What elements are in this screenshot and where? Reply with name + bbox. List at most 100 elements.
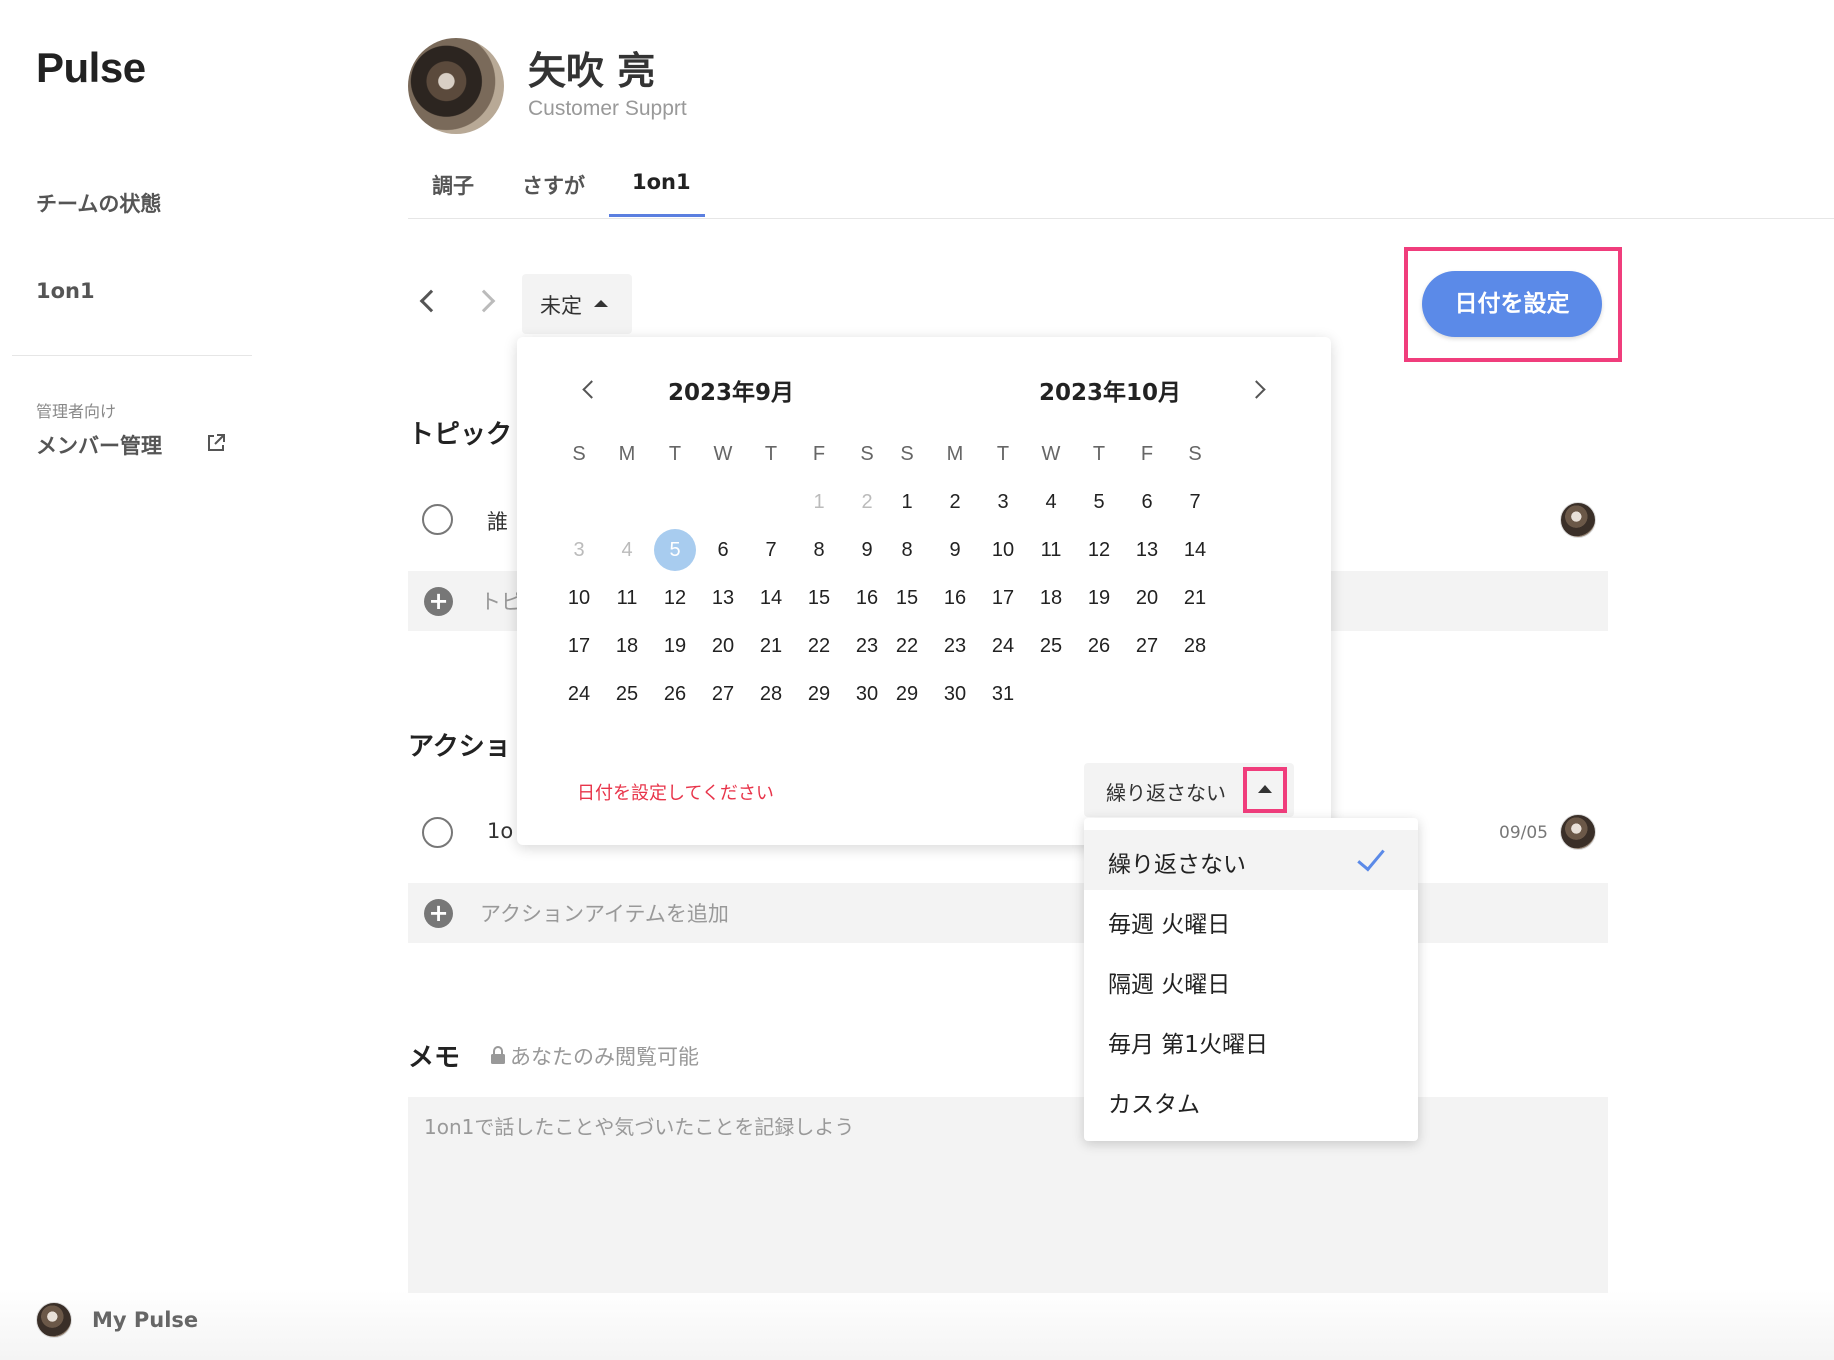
sidebar-divider [12,355,252,356]
my-avatar[interactable] [36,1302,72,1338]
calendar-day[interactable]: 30 [846,673,888,715]
tab-1on1[interactable]: 1on1 [632,170,691,194]
topic-checkbox[interactable] [422,504,453,535]
next-session-icon[interactable] [472,289,496,313]
calendar-day[interactable]: 18 [606,625,648,667]
topic-row-text: 誰 [487,510,508,534]
calendar-day[interactable]: 16 [934,577,976,619]
repeat-options-menu: 繰り返さない 毎週 火曜日 隔週 火曜日 毎月 第1火曜日 カスタム [1084,818,1418,1141]
calendar-day[interactable]: 9 [934,529,976,571]
sidebar: Pulse チームの状態 1on1 管理者向け メンバー管理 [0,0,260,1360]
calendar-weekday: M [618,443,636,465]
repeat-option[interactable]: カスタム [1084,1070,1418,1130]
calendar-day[interactable]: 25 [606,673,648,715]
sidebar-caption-admin: 管理者向け [36,402,117,421]
calendar-day[interactable]: 16 [846,577,888,619]
calendar-prev-month-icon[interactable] [582,380,601,399]
member-name: 矢吹 亮 [528,49,656,93]
sidebar-item-member-management[interactable]: メンバー管理 [36,430,162,460]
calendar-day[interactable]: 2 [934,481,976,523]
calendar-day[interactable]: 24 [558,673,600,715]
calendar-day[interactable]: 8 [798,529,840,571]
calendar-day[interactable]: 6 [1126,481,1168,523]
calendar-day[interactable]: 1 [886,481,928,523]
calendar-day[interactable]: 10 [982,529,1024,571]
app-logo[interactable]: Pulse [36,44,146,92]
external-link-icon[interactable] [205,432,227,454]
calendar-day[interactable]: 29 [886,673,928,715]
calendar-day[interactable]: 26 [654,673,696,715]
calendar-day[interactable]: 26 [1078,625,1120,667]
sidebar-item-team-status[interactable]: チームの状態 [36,188,161,218]
date-dropdown[interactable]: 未定 [522,274,632,334]
memo-textarea[interactable]: 1on1で話したことや気づいたことを記録しよう [408,1097,1608,1293]
calendar-day[interactable]: 15 [798,577,840,619]
calendar-day[interactable]: 21 [750,625,792,667]
calendar-day[interactable]: 28 [750,673,792,715]
plus-icon: + [424,899,453,928]
calendar-day[interactable]: 14 [750,577,792,619]
calendar-day[interactable]: 9 [846,529,888,571]
calendar-next-month-icon[interactable] [1247,380,1266,399]
calendar-day[interactable]: 18 [1030,577,1072,619]
calendar-day[interactable]: 24 [982,625,1024,667]
calendar-day[interactable]: 23 [846,625,888,667]
calendar-day[interactable]: 3 [982,481,1024,523]
repeat-option[interactable]: 繰り返さない [1084,830,1418,890]
app-root: Pulse チームの状態 1on1 管理者向け メンバー管理 My Pulse … [0,0,1834,1360]
tab-condition[interactable]: 調子 [432,170,474,200]
sidebar-item-1on1[interactable]: 1on1 [36,279,95,303]
repeat-option[interactable]: 毎月 第1火曜日 [1084,1010,1418,1070]
calendar-day[interactable]: 4 [1030,481,1072,523]
calendar-day[interactable]: 27 [1126,625,1168,667]
calendar-day[interactable]: 7 [750,529,792,571]
calendar-day-selected[interactable]: 5 [654,529,696,571]
calendar-day[interactable]: 6 [702,529,744,571]
calendar-day[interactable]: 19 [1078,577,1120,619]
repeat-select[interactable]: 繰り返さない [1084,763,1294,817]
calendar-day[interactable]: 10 [558,577,600,619]
prev-session-icon[interactable] [419,289,443,313]
calendar-day[interactable]: 11 [1030,529,1072,571]
calendar-day[interactable]: 22 [798,625,840,667]
tab-bar: 調子 さすが 1on1 [408,160,1834,219]
calendar-day[interactable]: 12 [1078,529,1120,571]
calendar-day[interactable]: 7 [1174,481,1216,523]
repeat-option[interactable]: 隔週 火曜日 [1084,950,1418,1010]
calendar-day[interactable]: 25 [1030,625,1072,667]
calendar-day[interactable]: 8 [886,529,928,571]
calendar-day[interactable]: 28 [1174,625,1216,667]
calendar-day[interactable]: 29 [798,673,840,715]
calendar-day[interactable]: 20 [702,625,744,667]
calendar-day[interactable]: 30 [934,673,976,715]
calendar-day: 1 [813,491,825,513]
calendar-day[interactable]: 15 [886,577,928,619]
repeat-toggle-button[interactable] [1243,767,1287,813]
add-action-row[interactable]: + アクションアイテムを追加 [408,883,1608,943]
calendar-day[interactable]: 21 [1174,577,1216,619]
calendar-day[interactable]: 27 [702,673,744,715]
calendar-weekday: T [1092,443,1106,465]
sidebar-footer [0,1290,1834,1360]
calendar-day[interactable]: 23 [934,625,976,667]
checkmark-icon [1357,842,1385,872]
date-error-message: 日付を設定してください [577,783,774,804]
calendar-day: 3 [573,539,585,561]
action-checkbox[interactable] [422,817,453,848]
calendar-day[interactable]: 14 [1174,529,1216,571]
calendar-day[interactable]: 17 [982,577,1024,619]
calendar-day[interactable]: 12 [654,577,696,619]
calendar-day[interactable]: 13 [1126,529,1168,571]
calendar-day[interactable]: 11 [606,577,648,619]
calendar-day[interactable]: 19 [654,625,696,667]
calendar-day[interactable]: 17 [558,625,600,667]
calendar-day[interactable]: 22 [886,625,928,667]
repeat-option[interactable]: 毎週 火曜日 [1084,890,1418,950]
calendar-day[interactable]: 13 [702,577,744,619]
calendar-day[interactable]: 31 [982,673,1024,715]
calendar-day[interactable]: 5 [1078,481,1120,523]
calendar-day[interactable]: 20 [1126,577,1168,619]
tab-kudos[interactable]: さすが [522,170,585,200]
my-pulse-link[interactable]: My Pulse [92,1308,198,1332]
action-row-text: 1o [487,819,514,843]
